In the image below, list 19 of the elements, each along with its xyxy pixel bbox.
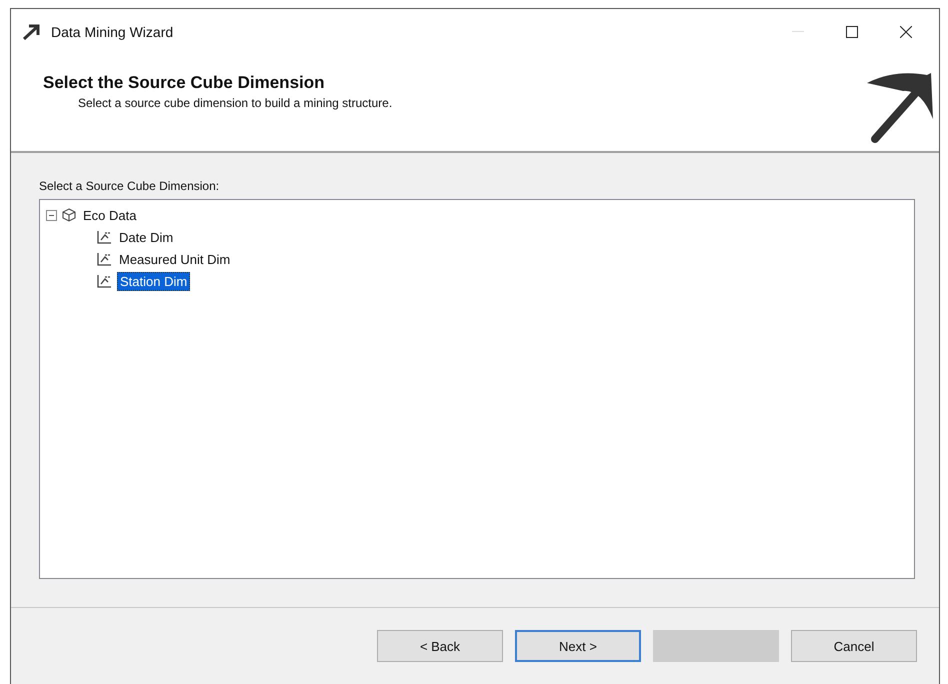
wizard-button[interactable]: Cancel: [791, 630, 917, 662]
cube-icon: [62, 208, 76, 222]
window-title: Data Mining Wizard: [51, 24, 174, 40]
tree-item[interactable]: Measured Unit Dim: [117, 250, 232, 268]
wizard-button[interactable]: Next >: [515, 630, 641, 662]
dimension-icon: [96, 274, 112, 288]
collapse-icon[interactable]: [46, 210, 57, 220]
tree-item[interactable]: Station Dim: [117, 272, 190, 290]
maximize-icon: [846, 26, 858, 38]
wizard-button[interactable]: < Back: [377, 630, 503, 662]
tree-label: Select a Source Cube Dimension:: [39, 179, 220, 193]
tree-item[interactable]: Date Dim: [117, 228, 176, 246]
tree-item[interactable]: Eco Data: [81, 206, 138, 224]
page-title: Select the Source Cube Dimension: [43, 73, 326, 93]
page-subtitle: Select a source cube dimension to build a mining structure.: [78, 96, 392, 110]
close-icon: [900, 26, 912, 38]
dimension-icon: [96, 252, 112, 266]
dimension-icon: [96, 230, 112, 244]
minimize-icon: [792, 31, 804, 33]
